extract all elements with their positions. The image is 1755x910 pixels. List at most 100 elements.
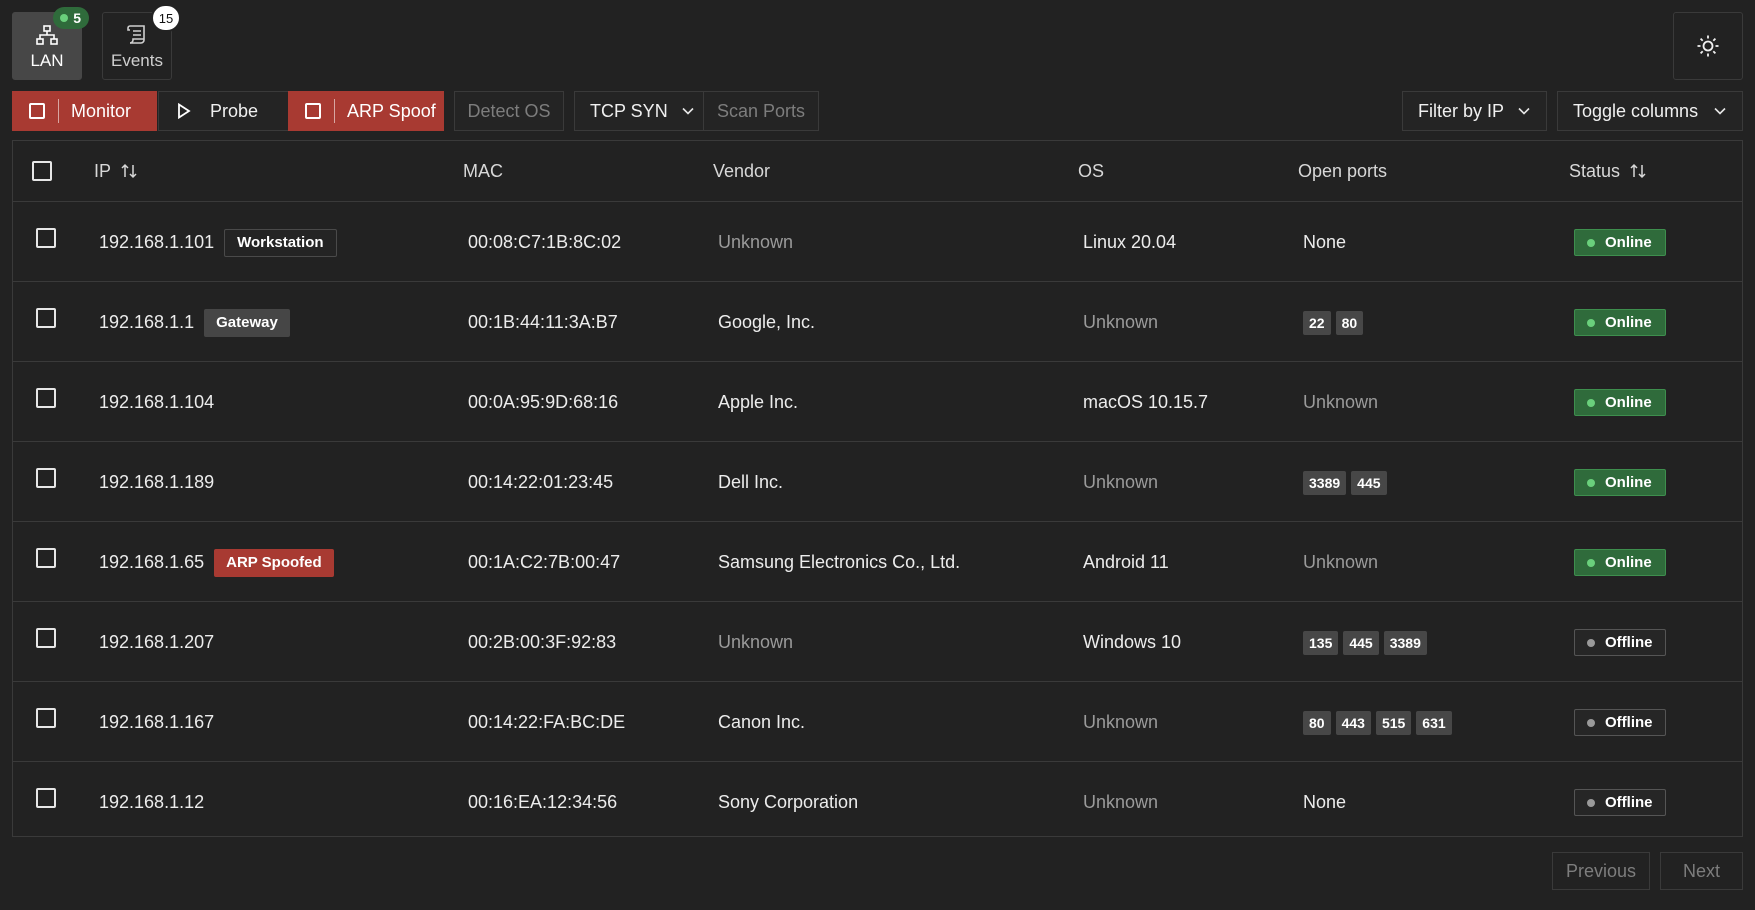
column-header-mac: MAC <box>463 160 503 181</box>
status-dot-icon <box>1587 318 1595 327</box>
column-header-open-ports: Open ports <box>1298 160 1388 181</box>
select-all-checkbox[interactable] <box>32 161 52 181</box>
mac-cell: 00:2B:00:3F:92:83 <box>468 632 617 652</box>
theme-toggle-button[interactable] <box>1673 12 1743 80</box>
table-row[interactable]: 192.168.1.101 Workstation 00:08:C7:1B:8C:0… <box>13 203 1742 282</box>
status-dot-icon <box>1587 718 1595 727</box>
mac-cell: 00:16:EA:12:34:56 <box>468 792 618 812</box>
tab-events[interactable]: 15 Events <box>102 4 181 80</box>
ip-address: 192.168.1.101 <box>99 232 215 252</box>
toggle-columns-label: Toggle columns <box>1573 100 1699 121</box>
filter-label: Filter by IP <box>1418 100 1505 121</box>
port-chip: 515 <box>1375 710 1412 735</box>
port-chip: 135 <box>1303 630 1339 655</box>
mac-cell: 00:1A:C2:7B:00:47 <box>468 552 621 572</box>
ip-address: 192.168.1.65 <box>99 552 205 572</box>
sort-icon[interactable] <box>121 163 137 179</box>
mac-cell: 00:14:22:FA:BC:DE <box>468 712 626 732</box>
status-dot-icon <box>1587 798 1595 807</box>
table-row[interactable]: 192.168.1.104 00:0A:95:9D:68:16 Apple Inc.… <box>13 363 1742 442</box>
os-cell: Unknown <box>1083 312 1159 332</box>
sort-icon[interactable] <box>1630 163 1646 179</box>
ip-cell: 192.168.1.101 Workstation <box>99 203 337 282</box>
status-label: Online <box>1605 234 1652 251</box>
status-badge: Online <box>1574 309 1666 336</box>
host-tag: Gateway <box>204 308 290 337</box>
sun-icon <box>1697 35 1719 57</box>
port-chip: 445 <box>1343 630 1379 655</box>
column-header-os: OS <box>1078 160 1105 181</box>
chevron-down-icon <box>1714 107 1726 115</box>
open-ports-cell: Unknown <box>1303 363 1378 442</box>
port-chip: 80 <box>1335 310 1364 335</box>
column-header-vendor: Vendor <box>713 160 771 181</box>
row-checkbox[interactable] <box>36 788 56 808</box>
filter-by-ip-dropdown[interactable]: Filter by IP <box>1402 91 1547 131</box>
table-row[interactable]: 192.168.1.65 ARP Spoofed 00:1A:C2:7B:00:47… <box>13 523 1742 602</box>
open-ports-cell: None <box>1303 763 1346 842</box>
row-checkbox[interactable] <box>36 548 56 568</box>
ports-text: Unknown <box>1303 392 1379 412</box>
scan-mode-dropdown[interactable]: TCP SYN <box>574 91 704 131</box>
status-dot-icon <box>1587 558 1595 567</box>
row-checkbox[interactable] <box>36 388 56 408</box>
os-cell: Unknown <box>1083 712 1159 732</box>
chevron-down-icon <box>1518 107 1530 115</box>
ip-cell: 192.168.1.12 <box>99 763 204 842</box>
row-checkbox[interactable] <box>36 308 56 328</box>
status-label: Online <box>1605 554 1652 571</box>
table-row[interactable]: 192.168.1.167 00:14:22:FA:BC:DE Canon Inc.… <box>13 683 1742 762</box>
table-row[interactable]: 192.168.1.12 00:16:EA:12:34:56 Sony Corpor… <box>13 763 1742 842</box>
status-cell: Online <box>1574 363 1666 442</box>
row-checkbox[interactable] <box>36 228 56 248</box>
row-checkbox[interactable] <box>36 628 56 648</box>
status-cell: Offline <box>1574 763 1666 842</box>
ip-address: 192.168.1.12 <box>99 792 205 812</box>
network-icon <box>36 25 58 45</box>
status-badge: Online <box>1574 469 1666 496</box>
mac-cell: 00:14:22:01:23:45 <box>468 472 614 492</box>
next-page-button[interactable]: Next <box>1660 852 1743 890</box>
previous-page-button[interactable]: Previous <box>1552 852 1650 890</box>
tab-lan-label: LAN <box>30 51 64 70</box>
os-cell: Unknown <box>1083 472 1159 492</box>
table-row[interactable]: 192.168.1.1 Gateway 00:1B:44:11:3A:B7 Googl… <box>13 283 1742 362</box>
column-header-status[interactable]: Status <box>1569 141 1646 201</box>
ip-cell: 192.168.1.1 Gateway <box>99 283 290 362</box>
port-chip: 3389 <box>1383 630 1427 655</box>
os-cell: Linux 20.04 <box>1083 232 1177 252</box>
status-label: Online <box>1605 314 1652 331</box>
column-header-ip[interactable]: IP <box>94 141 137 201</box>
port-chip: 22 <box>1303 310 1331 335</box>
detect-os-button[interactable]: Detect OS <box>454 91 564 131</box>
mac-cell: 00:1B:44:11:3A:B7 <box>468 312 618 332</box>
monitor-button[interactable]: Monitor <box>12 91 157 131</box>
open-ports-cell: 80 443 515 631 <box>1303 683 1457 762</box>
row-checkbox[interactable] <box>36 468 56 488</box>
mac-cell: 00:0A:95:9D:68:16 <box>468 392 619 412</box>
top-tab-bar: 5 LAN 15 Events <box>0 0 1755 84</box>
tab-events-label: Events <box>111 51 163 70</box>
probe-button[interactable]: Probe <box>158 91 289 131</box>
scan-ports-button[interactable]: Scan Ports <box>703 91 819 131</box>
status-badge: Offline <box>1574 629 1666 656</box>
row-checkbox[interactable] <box>36 708 56 728</box>
toggle-columns-dropdown[interactable]: Toggle columns <box>1557 91 1743 131</box>
vendor-cell: Dell Inc. <box>718 472 784 492</box>
arp-spoof-button[interactable]: ARP Spoof <box>288 91 444 131</box>
detect-os-label: Detect OS <box>467 100 551 121</box>
tab-lan[interactable]: 5 LAN <box>12 7 89 80</box>
status-cell: Online <box>1574 283 1666 362</box>
app-root: 5 LAN 15 Events Monitor Probe ARP Spoof … <box>0 0 1755 910</box>
ip-address: 192.168.1.207 <box>99 632 215 652</box>
status-cell: Offline <box>1574 683 1666 762</box>
os-cell: macOS 10.15.7 <box>1083 392 1209 412</box>
checkbox-icon <box>305 103 321 119</box>
host-tag: ARP Spoofed <box>214 548 334 577</box>
vendor-cell: Sony Corporation <box>718 792 859 812</box>
table-row[interactable]: 192.168.1.189 00:14:22:01:23:45 Dell Inc. U… <box>13 443 1742 522</box>
scan-ports-label: Scan Ports <box>716 100 806 121</box>
table-row[interactable]: 192.168.1.207 00:2B:00:3F:92:83 Unknown Win… <box>13 603 1742 682</box>
os-cell: Unknown <box>1083 792 1159 812</box>
status-cell: Offline <box>1574 603 1666 682</box>
